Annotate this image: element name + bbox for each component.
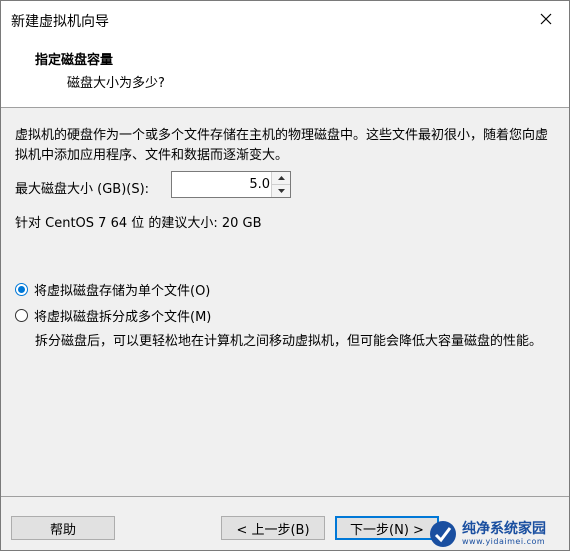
wizard-header: 指定磁盘容量 磁盘大小为多少? <box>1 39 569 107</box>
radio-single-file[interactable]: 将虚拟磁盘存储为单个文件(O) <box>15 280 210 299</box>
max-size-input[interactable]: 5.0 <box>172 172 270 197</box>
close-icon <box>540 13 552 25</box>
help-button[interactable]: 帮助 <box>11 516 115 540</box>
radio-single-label: 将虚拟磁盘存储为单个文件(O) <box>34 284 211 299</box>
triangle-down-icon <box>277 189 285 193</box>
split-description: 拆分磁盘后，可以更轻松地在计算机之间移动虚拟机，但可能会降低大容量磁盘的性能。 <box>35 334 543 349</box>
radio-split-label: 将虚拟磁盘拆分成多个文件(M) <box>34 310 212 325</box>
watermark: 纯净系统家园 www.yidaimei.com <box>428 517 570 551</box>
window-title: 新建虚拟机向导 <box>11 14 109 30</box>
page-subtitle: 磁盘大小为多少? <box>67 76 165 91</box>
back-button[interactable]: < 上一步(B) <box>221 516 325 540</box>
max-size-stepper[interactable]: 5.0 <box>171 171 291 198</box>
triangle-up-icon <box>277 176 285 180</box>
logo-icon <box>430 521 456 547</box>
radio-split-files[interactable]: 将虚拟磁盘拆分成多个文件(M) <box>15 306 211 325</box>
title-bar: 新建虚拟机向导 <box>1 1 569 39</box>
wizard-body: 虚拟机的硬盘作为一个或多个文件存储在主机的物理磁盘中。这些文件最初很小，随着您向… <box>1 108 569 496</box>
page-title: 指定磁盘容量 <box>35 53 114 68</box>
wizard-window: 新建虚拟机向导 指定磁盘容量 磁盘大小为多少? 虚拟机的硬盘作为一个或多个文件存… <box>0 0 570 551</box>
radio-single-indicator[interactable] <box>15 283 28 296</box>
watermark-text: 纯净系统家园 www.yidaimei.com <box>462 521 546 547</box>
close-button[interactable] <box>523 1 569 37</box>
stepper-down-button[interactable] <box>272 185 290 197</box>
recommended-size: 针对 CentOS 7 64 位 的建议大小: 20 GB <box>15 216 262 231</box>
max-size-label: 最大磁盘大小 (GB)(S): <box>15 182 150 197</box>
stepper-up-button[interactable] <box>272 172 290 185</box>
stepper-buttons <box>271 172 290 197</box>
watermark-url: www.yidaimei.com <box>462 537 546 546</box>
next-button[interactable]: 下一步(N) > <box>335 516 439 540</box>
disk-description: 虚拟机的硬盘作为一个或多个文件存储在主机的物理磁盘中。这些文件最初很小，随着您向… <box>15 128 549 163</box>
radio-split-indicator[interactable] <box>15 309 28 322</box>
watermark-title: 纯净系统家园 <box>462 521 546 537</box>
